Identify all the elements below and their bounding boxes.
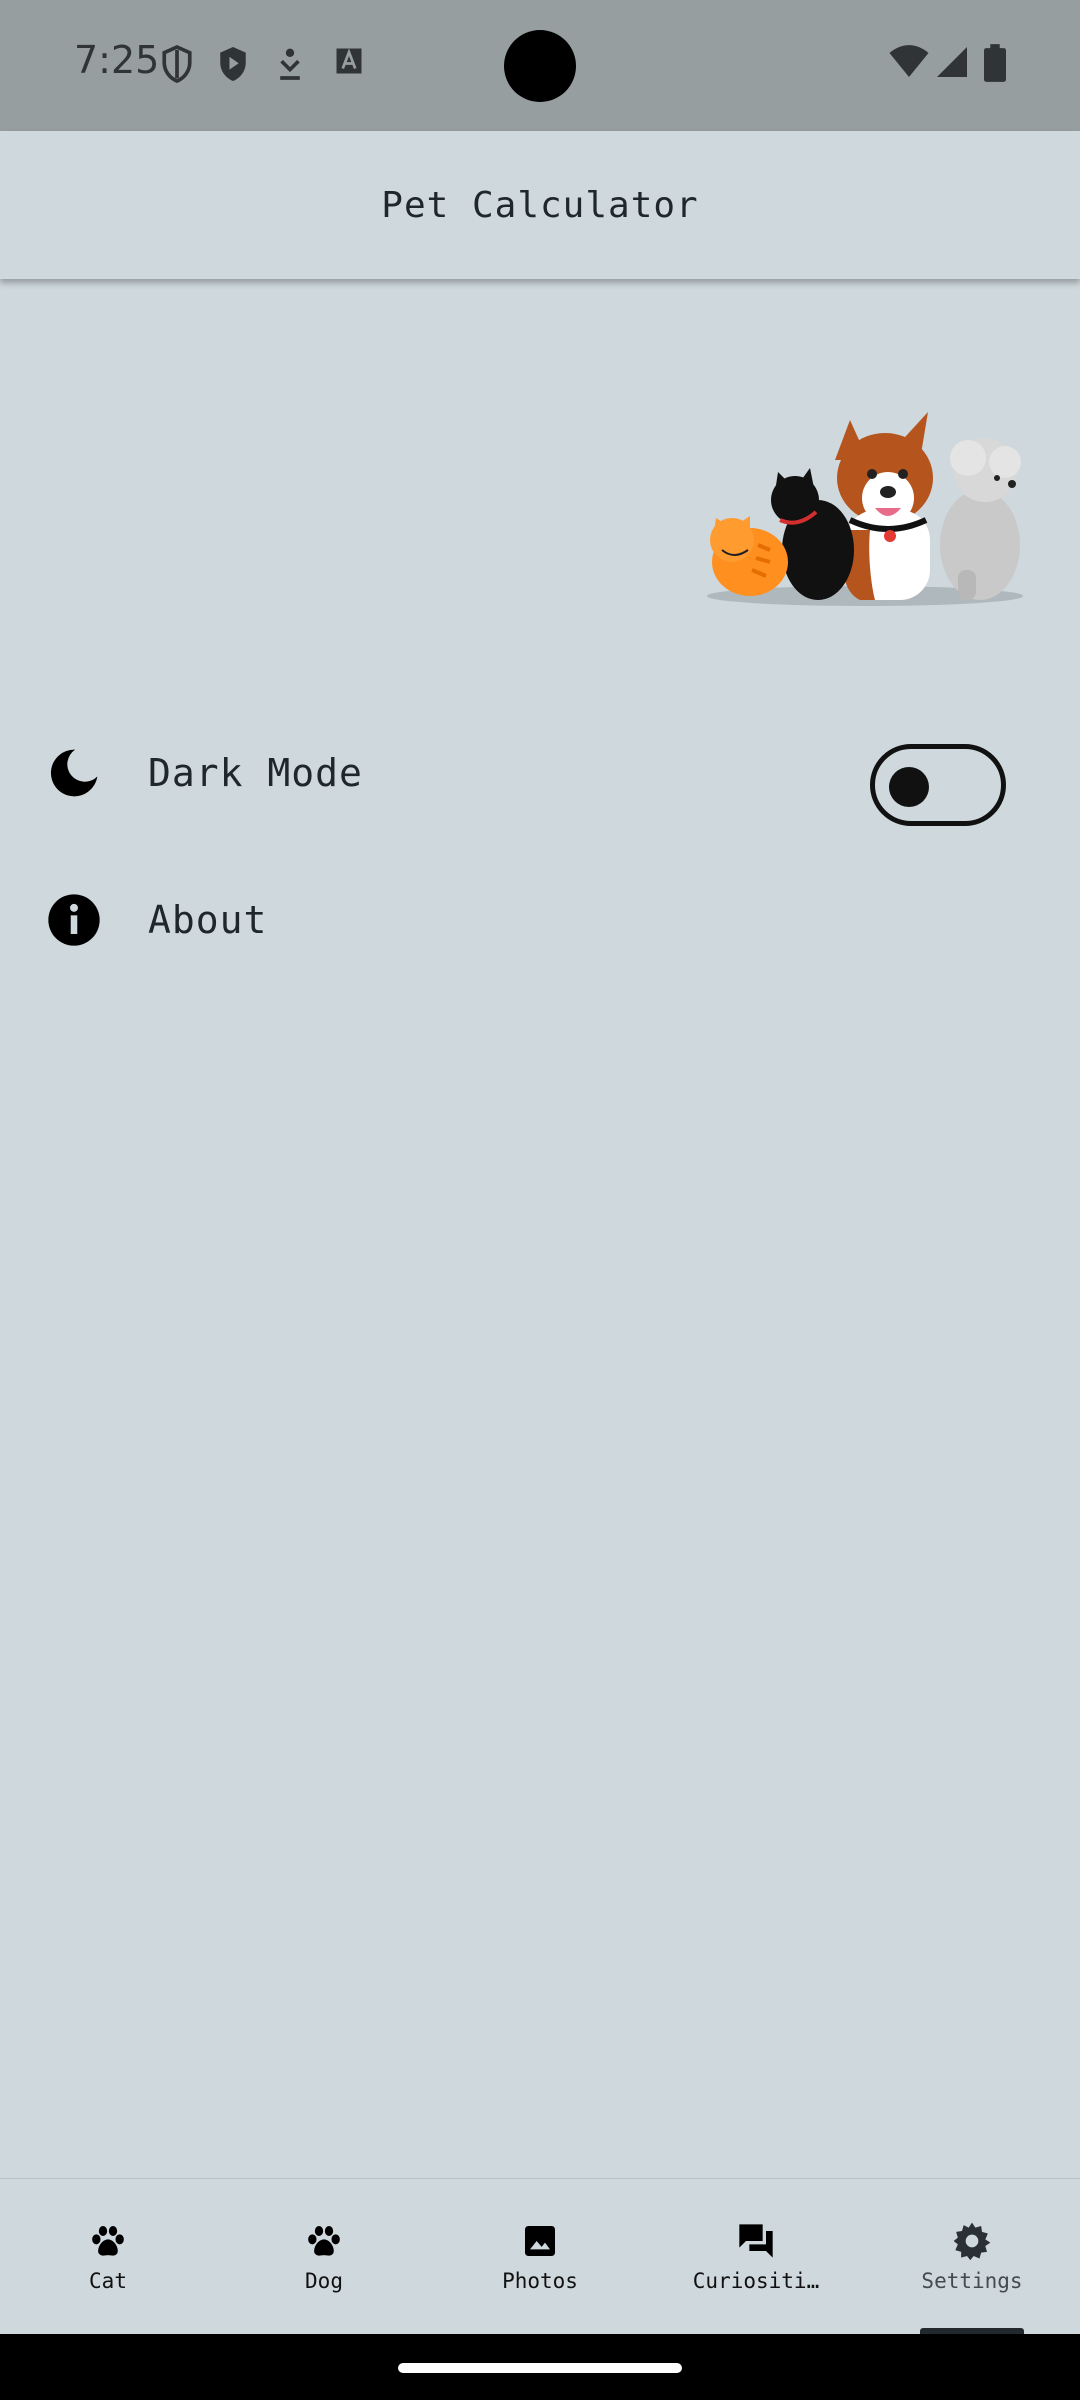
nav-item-cat[interactable]: Cat	[0, 2179, 216, 2334]
status-bar: 7:25	[0, 0, 1080, 131]
battery-icon	[984, 44, 1006, 82]
gesture-bar-area	[0, 2334, 1080, 2400]
paw-icon	[308, 2226, 340, 2256]
paw-icon	[92, 2226, 124, 2256]
page-title: Pet Calculator	[381, 184, 699, 226]
dark-mode-row[interactable]: Dark Mode	[0, 713, 1080, 833]
toggle-knob	[889, 767, 929, 807]
nav-item-settings[interactable]: Settings	[864, 2179, 1080, 2334]
nav-item-curiosities[interactable]: Curiositi…	[648, 2179, 864, 2334]
about-row[interactable]: About	[0, 860, 1080, 980]
wifi-icon	[889, 45, 929, 77]
home-gesture-handle[interactable]	[398, 2363, 682, 2373]
camera-cutout	[504, 30, 576, 102]
app-bar: Pet Calculator	[0, 131, 1080, 279]
bottom-navigation: Cat Dog Photos Curiositi… Settings	[0, 2178, 1080, 2334]
about-label: About	[148, 898, 268, 942]
shield-outline-icon	[162, 44, 192, 83]
status-time: 7:25	[74, 38, 160, 82]
nav-label-cat: Cat	[89, 2269, 127, 2293]
moon-icon	[50, 749, 98, 797]
image-icon	[525, 2226, 555, 2256]
info-icon	[48, 894, 100, 946]
nav-label-dog: Dog	[305, 2269, 343, 2293]
nav-label-photos: Photos	[502, 2269, 578, 2293]
pets-illustration	[707, 412, 1023, 606]
nav-label-settings: Settings	[921, 2269, 1023, 2293]
play-shield-icon	[220, 47, 246, 81]
dark-mode-toggle[interactable]	[870, 744, 1006, 826]
chat-icon	[739, 2224, 773, 2258]
dark-mode-label: Dark Mode	[148, 751, 363, 795]
nav-item-dog[interactable]: Dog	[216, 2179, 432, 2334]
gear-icon	[953, 2222, 991, 2261]
signal-icon	[937, 47, 967, 77]
download-icon	[280, 48, 300, 80]
text-a-icon	[336, 48, 362, 74]
nav-label-curiosities: Curiositi…	[692, 2269, 820, 2293]
nav-item-photos[interactable]: Photos	[432, 2179, 648, 2334]
